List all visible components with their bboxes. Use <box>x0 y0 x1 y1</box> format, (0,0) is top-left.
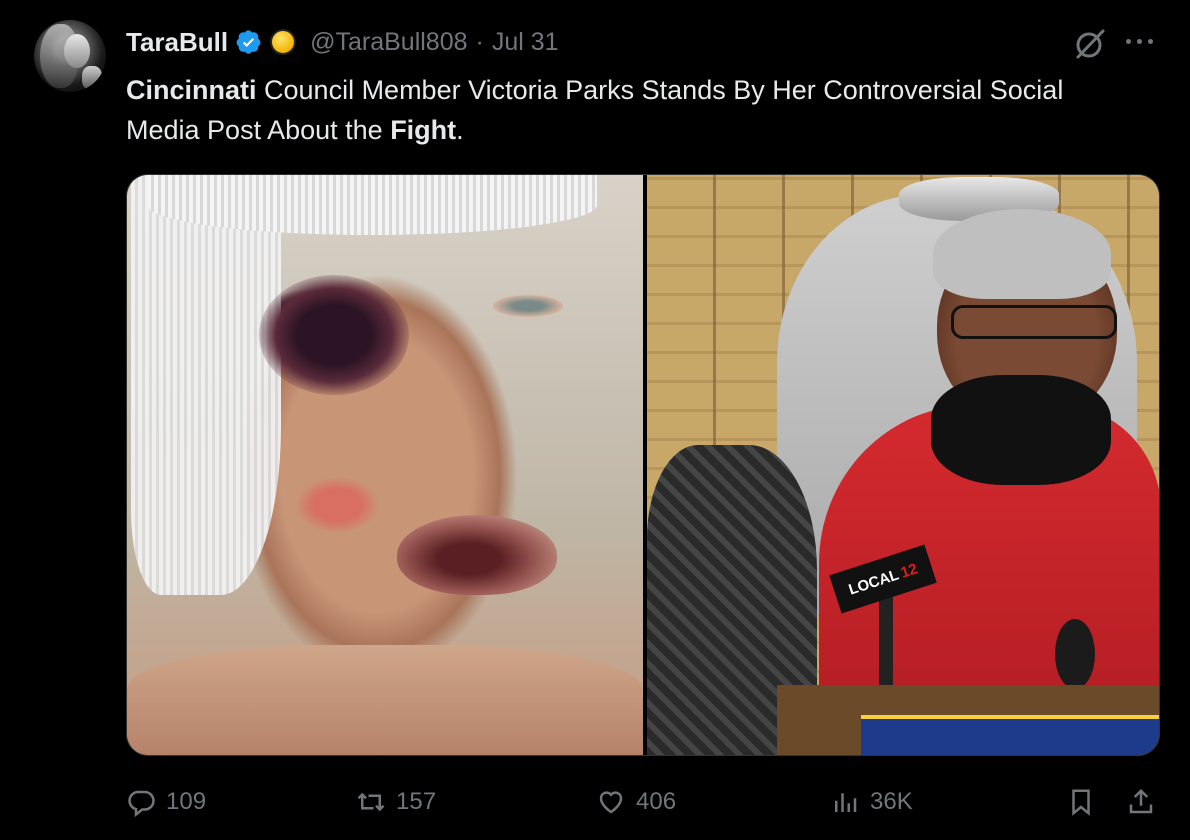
tweet-header: TaraBull @TaraBull808 · Jul 31 <box>126 24 559 60</box>
tweet-text: Cincinnati Council Member Victoria Parks… <box>126 70 1126 150</box>
like-button[interactable]: 406 <box>596 782 676 822</box>
emoji-badge-icon <box>270 29 297 55</box>
views-icon <box>835 793 857 812</box>
photo-bruise <box>259 275 409 395</box>
photo-lip <box>397 515 557 595</box>
photo-sign <box>861 715 1159 755</box>
tweet[interactable]: TaraBull @TaraBull808 · Jul 31 Cincinnat… <box>0 0 1190 840</box>
grok-icon[interactable] <box>1072 26 1108 62</box>
share-icon <box>1129 788 1153 814</box>
more-icon[interactable] <box>1126 34 1162 48</box>
avatar-face <box>64 34 90 68</box>
photo-towel-top <box>147 175 597 235</box>
photo-shoulders <box>127 645 643 755</box>
action-bar: 109 157 406 36K <box>126 782 1166 822</box>
tweet-text-bold-2[interactable]: Fight <box>390 115 456 145</box>
like-icon <box>599 791 623 814</box>
like-count: 406 <box>636 788 677 815</box>
retweet-icon <box>357 792 385 812</box>
photo-speaker-hair <box>933 209 1111 299</box>
photo-eye <box>493 295 563 317</box>
verified-icon <box>236 30 261 54</box>
avatar[interactable] <box>34 20 106 92</box>
photo-mic-stand <box>879 595 893 695</box>
share-button[interactable] <box>1126 782 1156 822</box>
photo-mic <box>1055 619 1095 689</box>
mic-flag-number: 12 <box>898 559 920 582</box>
retweet-button[interactable]: 157 <box>356 782 436 822</box>
display-name[interactable]: TaraBull <box>126 27 228 58</box>
media-grid: LOCAL 12 <box>126 174 1160 756</box>
reply-icon <box>128 790 155 817</box>
reply-count: 109 <box>166 788 207 815</box>
photo-scarf <box>931 375 1111 485</box>
photo-glasses <box>951 305 1117 339</box>
mic-flag-text: LOCAL <box>846 565 901 599</box>
views-count: 36K <box>870 788 913 815</box>
retweet-count: 157 <box>396 788 437 815</box>
photo-press-conference[interactable]: LOCAL 12 <box>647 175 1159 755</box>
avatar-hand <box>82 66 102 90</box>
bookmark-button[interactable] <box>1066 782 1096 822</box>
views-button[interactable]: 36K <box>830 782 913 822</box>
tweet-date[interactable]: Jul 31 <box>492 28 559 57</box>
photo-bruised-face[interactable] <box>127 175 643 755</box>
tweet-text-plain-1: Council Member Victoria Parks Stands By … <box>126 75 1064 145</box>
reply-button[interactable]: 109 <box>126 782 206 822</box>
tweet-text-bold-1[interactable]: Cincinnati <box>126 75 257 105</box>
photo-towel <box>131 175 281 595</box>
separator-dot: · <box>475 27 484 56</box>
bookmark-icon <box>1072 789 1090 816</box>
handle[interactable]: @TaraBull808 <box>310 28 467 57</box>
tweet-text-plain-2: . <box>456 115 464 145</box>
